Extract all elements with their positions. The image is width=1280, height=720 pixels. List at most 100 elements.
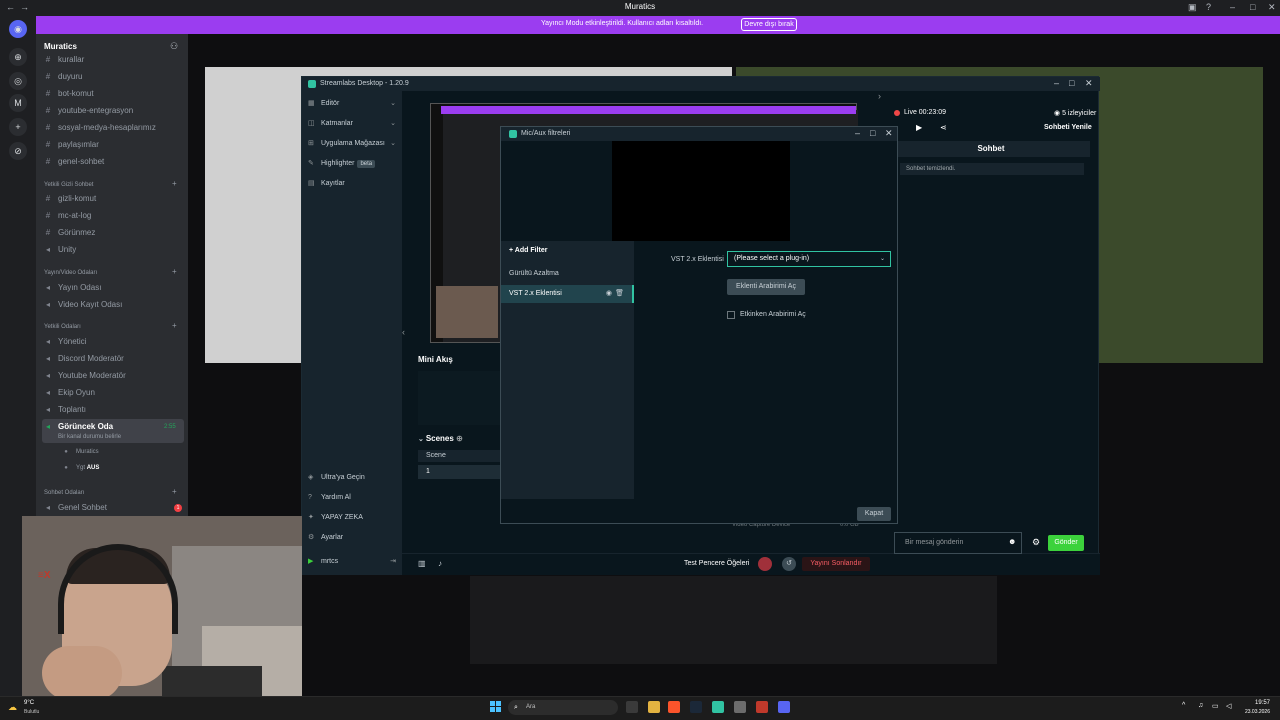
channel-item[interactable]: # genel-sohbet bbox=[42, 154, 184, 170]
maximize-icon[interactable]: □ bbox=[1069, 78, 1074, 88]
minimize-icon[interactable]: – bbox=[1054, 78, 1059, 88]
collapse-icon[interactable]: ‹ bbox=[402, 327, 405, 337]
clock-time[interactable]: 19:57 bbox=[1240, 700, 1270, 706]
filter-item-selected[interactable]: VST 2.x Eklentisi ◉ 🗑 bbox=[501, 285, 634, 303]
channel-item[interactable]: # youtube-entegrasyon bbox=[42, 103, 184, 119]
chat-settings-icon[interactable]: ⚙ bbox=[1032, 537, 1040, 548]
popout-icon[interactable]: ▶ bbox=[916, 123, 922, 132]
nav-settings[interactable]: ⚙ Ayarlar bbox=[308, 531, 398, 545]
task-view-icon[interactable] bbox=[626, 701, 638, 713]
minimize-icon[interactable]: – bbox=[1230, 2, 1235, 12]
chat-input[interactable]: Bir mesaj gönderin bbox=[894, 532, 1022, 554]
nav-highlighter[interactable]: ✎ Highlighter beta bbox=[308, 157, 398, 171]
filter-item[interactable]: Gürültü Azaltma bbox=[501, 265, 634, 283]
clock-date[interactable]: 23.03.2026 bbox=[1232, 709, 1270, 715]
mic-icon[interactable]: ♫ bbox=[1198, 702, 1203, 709]
file-explorer-icon[interactable] bbox=[648, 701, 660, 713]
nav-account[interactable]: ▶ mrtcs ⇥ bbox=[308, 555, 398, 569]
discover-icon[interactable]: ⊘ bbox=[9, 142, 27, 160]
settings-app-icon[interactable] bbox=[734, 701, 746, 713]
nav-app-store[interactable]: ⊞ Uygulama Mağazası ⌄ bbox=[308, 137, 398, 151]
app-icon[interactable] bbox=[756, 701, 768, 713]
add-scene-icon[interactable]: ⊕ bbox=[456, 434, 463, 443]
maximize-icon[interactable]: □ bbox=[870, 128, 875, 138]
add-server-icon[interactable]: + bbox=[9, 118, 27, 136]
voice-channel[interactable]: ◂ Youtube Moderatör bbox=[42, 368, 184, 384]
close-button[interactable]: Kapat bbox=[857, 507, 891, 521]
close-icon[interactable]: ✕ bbox=[1085, 78, 1093, 89]
display-icon[interactable]: ▭ bbox=[1212, 702, 1219, 710]
voice-user[interactable]: ● Ygt AUS bbox=[60, 460, 188, 476]
voice-channel[interactable]: ◂ Yönetici bbox=[42, 334, 184, 350]
channel-item[interactable]: ◂ Unity bbox=[42, 242, 184, 258]
end-stream-button[interactable]: Yayını Sonlandır bbox=[802, 557, 870, 571]
nav-help[interactable]: ? Yardım Al bbox=[308, 491, 398, 505]
maximize-icon[interactable]: □ bbox=[1250, 2, 1255, 12]
minimize-icon[interactable]: – bbox=[855, 128, 860, 138]
help-icon[interactable]: ? bbox=[1206, 2, 1211, 12]
steam-icon[interactable] bbox=[690, 701, 702, 713]
channel-item[interactable]: # gizli-komut bbox=[42, 191, 184, 207]
nav-editor[interactable]: ▦ Editör ⌄ bbox=[308, 97, 398, 111]
brave-browser-icon[interactable] bbox=[668, 701, 680, 713]
nav-layers[interactable]: ◫ Katmanlar ⌄ bbox=[308, 117, 398, 131]
voice-channel[interactable]: ◂ Genel Sohbet 1 bbox=[42, 500, 184, 516]
trash-icon[interactable]: 🗑 bbox=[615, 285, 624, 303]
channel-item[interactable]: # sosyal-medya-hesaplarımız bbox=[42, 120, 184, 136]
server-icon-m[interactable]: M bbox=[9, 94, 27, 112]
vst-plugin-select[interactable]: (Please select a plug-in) ⌄ bbox=[727, 251, 891, 267]
category-label[interactable]: Yayın/Video Odaları bbox=[44, 270, 97, 276]
test-widgets-button[interactable]: Test Pencere Öğeleri bbox=[684, 560, 749, 567]
open-plugin-ui-button[interactable]: Eklenti Arabirimi Aç bbox=[727, 279, 805, 295]
weather-icon[interactable]: ☁ bbox=[8, 702, 17, 713]
weather-temp[interactable]: 9°C bbox=[24, 700, 34, 706]
voice-channel[interactable]: ◂ Yayın Odası bbox=[42, 280, 184, 296]
chat-tab[interactable]: Sohbet bbox=[892, 141, 1090, 157]
stream-tile[interactable] bbox=[470, 576, 997, 664]
close-icon[interactable]: ✕ bbox=[1268, 2, 1276, 13]
send-button[interactable]: Gönder bbox=[1048, 535, 1084, 551]
emoji-icon[interactable]: ☻ bbox=[1008, 537, 1016, 546]
voice-channel[interactable]: ◂ Ekip Oyun bbox=[42, 385, 184, 401]
server-name[interactable]: Muratics bbox=[44, 42, 77, 51]
add-member-icon[interactable]: ⚇ bbox=[170, 41, 178, 52]
channel-item[interactable]: # mc-at-log bbox=[42, 208, 184, 224]
share-icon[interactable]: ⋖ bbox=[940, 123, 947, 132]
nav-recordings[interactable]: ▤ Kayıtlar bbox=[308, 177, 398, 191]
server-icon-2[interactable]: ◎ bbox=[9, 72, 27, 90]
channel-item[interactable]: # paylaşımlar bbox=[42, 137, 184, 153]
streamlabs-taskbar-icon[interactable] bbox=[712, 701, 724, 713]
record-button[interactable] bbox=[758, 557, 772, 571]
add-channel-icon[interactable]: + bbox=[172, 321, 177, 330]
nav-ultra[interactable]: ◈ Ultra'ya Geçin bbox=[308, 471, 398, 485]
add-filter-button[interactable]: + Add Filter bbox=[509, 247, 547, 254]
channel-item[interactable]: # duyuru bbox=[42, 69, 184, 85]
discord-taskbar-icon[interactable] bbox=[778, 701, 790, 713]
disable-streamer-mode-button[interactable]: Devre dışı bırak bbox=[741, 18, 797, 31]
replay-icon[interactable]: ↺ bbox=[782, 557, 796, 571]
open-ui-checkbox[interactable] bbox=[727, 311, 735, 319]
channel-item[interactable]: # Görünmez bbox=[42, 225, 184, 241]
discord-home-icon[interactable]: ◉ bbox=[9, 20, 27, 38]
add-channel-icon[interactable]: + bbox=[172, 179, 177, 188]
voice-channel[interactable]: ◂ Video Kayıt Odası bbox=[42, 297, 184, 313]
windows-start-icon[interactable] bbox=[490, 701, 502, 713]
add-channel-icon[interactable]: + bbox=[172, 267, 177, 276]
channel-item[interactable]: # kurallar bbox=[42, 52, 184, 68]
category-label[interactable]: Yetkili Odaları bbox=[44, 324, 81, 330]
voice-channel[interactable]: ◂ Discord Moderatör bbox=[42, 351, 184, 367]
voice-channel[interactable]: ◂ Toplantı bbox=[42, 402, 184, 418]
channel-status[interactable]: Bir kanal durumu belirle bbox=[58, 429, 121, 445]
stats-icon[interactable]: ▥ bbox=[418, 559, 426, 568]
taskbar-search[interactable]: ⌕ Ara bbox=[508, 700, 618, 715]
category-label[interactable]: Yetkili Gizli Sohbet bbox=[44, 182, 93, 188]
scene-row[interactable]: 1 bbox=[418, 465, 500, 479]
tray-expand-icon[interactable]: ^ bbox=[1182, 702, 1185, 709]
expand-icon[interactable]: › bbox=[878, 91, 881, 101]
channel-item[interactable]: # bot-komut bbox=[42, 86, 184, 102]
scenes-title[interactable]: ⌄ Scenes ⊕ bbox=[418, 434, 463, 443]
add-channel-icon[interactable]: + bbox=[172, 487, 177, 496]
server-icon[interactable]: ⊕ bbox=[9, 48, 27, 66]
active-voice-channel[interactable]: ◂ Görüncek Oda 2:55 Bir kanal durumu beli… bbox=[42, 419, 184, 443]
inbox-icon[interactable]: ▣ bbox=[1188, 2, 1197, 13]
